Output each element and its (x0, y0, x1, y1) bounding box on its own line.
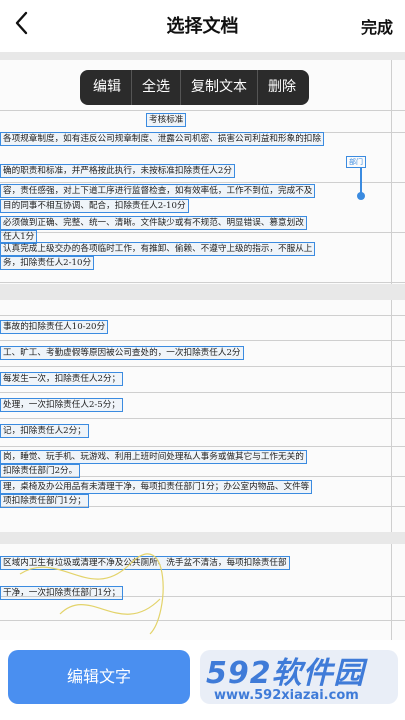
table-rule (391, 300, 392, 532)
menu-edit[interactable]: 编辑 (83, 70, 131, 105)
text-context-menu: 编辑 全选 复制文本 删除 (80, 70, 309, 105)
top-bar: 选择文档 完成 (0, 0, 405, 48)
table-rule (0, 182, 405, 183)
done-button[interactable]: 完成 (361, 14, 393, 38)
doc-line[interactable]: 必须做到正确、完整、统一、清晰。文件缺少或有不规范、明显错误、篡意划改 (0, 216, 307, 230)
doc-line[interactable]: 扣除责任部门2分。 (0, 464, 81, 478)
edit-text-button[interactable]: 编辑文字 (8, 650, 190, 704)
document-page-2: 事故的扣除责任人10-20分 工、旷工、考勤虚假等原因被公司查处的，一次扣除责任… (0, 300, 405, 532)
doc-line[interactable]: 目的同事不相互协调、配合，扣除责任人2-10分 (0, 199, 189, 213)
table-rule (0, 232, 405, 233)
doc-line[interactable]: 处理，一次扣除责任人2-5分； (0, 398, 123, 412)
table-rule (0, 282, 405, 283)
doc-line[interactable]: 理，桌椅及办公用品有未清理干净，每项扣责任部门1分；办公室内物品、文件等 (0, 480, 313, 494)
menu-select-all[interactable]: 全选 (132, 70, 180, 105)
table-rule (0, 366, 405, 367)
table-rule (0, 446, 405, 447)
page-title: 选择文档 (166, 16, 239, 37)
watermark-url: www.592xiazai.com (214, 688, 359, 703)
document-page-3: 区域内卫生有垃圾或清理不净及公共厕所、洗手盆不清洁，每项扣除责任部 干净，一次扣… (0, 544, 405, 640)
doc-line[interactable]: 事故的扣除责任人10-20分 (0, 320, 109, 334)
doc-line[interactable]: 务，扣除责任人2-10分 (0, 256, 95, 270)
watermark-logo: 592软件园 (206, 656, 365, 691)
bottom-bar: 编辑文字 592软件园 www.592xiazai.com (0, 640, 405, 720)
menu-copy-text[interactable]: 复制文本 (181, 70, 257, 105)
doc-line[interactable]: 工、旷工、考勤虚假等原因被公司查处的，一次扣除责任人2分 (0, 346, 244, 360)
table-rule (0, 110, 405, 111)
doc-line[interactable]: 岗，睡觉、玩手机、玩游戏、利用上班时间处理私人事务或做其它与工作无关的 (0, 450, 307, 464)
doc-line[interactable]: 各项规章制度，如有违反公司规章制度、泄露公司机密、损害公司利益和形象的扣除 (0, 132, 324, 146)
doc-line[interactable]: 每发生一次，扣除责任人2分； (0, 372, 124, 386)
selection-handle-stem (360, 168, 362, 194)
selection-handle[interactable] (357, 192, 365, 200)
doc-line[interactable]: 任人1分 (0, 230, 38, 244)
document-viewer[interactable]: 编辑 全选 复制文本 删除 考核标准 各项规章制度，如有违反公司规章制度、泄露公… (0, 52, 405, 640)
doc-line[interactable]: 记，扣除责任人2分； (0, 424, 89, 438)
handwriting-scribble (19, 553, 164, 635)
table-rule (391, 60, 392, 284)
doc-line[interactable]: 认真完成上级交办的各项临时工作，有推卸、偷赖、不遵守上级的指示，不服从上 (0, 242, 316, 256)
doc-line[interactable]: 确的职责和标准，并严格按此执行，未按标准扣除责任人2分 (0, 164, 235, 178)
doc-line[interactable]: 容，责任感强，对上下道工序进行监督检查，如有效率低，工作不到位，完成不及 (0, 184, 316, 198)
menu-delete[interactable]: 删除 (258, 70, 306, 105)
column-tag: 部门 (346, 156, 366, 168)
table-rule (0, 340, 405, 341)
doc-heading[interactable]: 考核标准 (146, 113, 187, 127)
table-rule (0, 315, 405, 316)
doc-line[interactable]: 项扣除责任部门1分； (0, 494, 89, 508)
table-rule (0, 392, 405, 393)
table-rule (0, 418, 405, 419)
